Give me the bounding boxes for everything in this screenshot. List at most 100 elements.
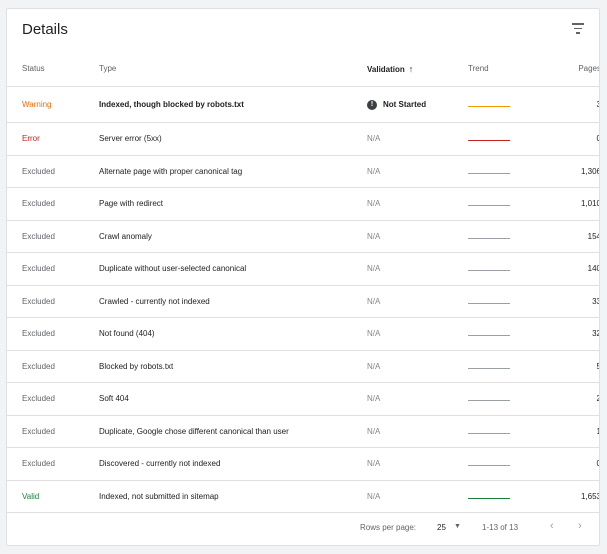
row-type: Soft 404 bbox=[99, 382, 367, 416]
filter-icon[interactable] bbox=[571, 23, 585, 37]
row-trend bbox=[468, 350, 526, 383]
row-trend bbox=[468, 382, 526, 416]
row-pages: 2 bbox=[526, 382, 599, 416]
trend-sparkline bbox=[468, 497, 510, 499]
table-row[interactable]: Excluded Alternate page with proper canon… bbox=[7, 155, 599, 188]
row-status: Excluded bbox=[7, 187, 99, 221]
row-trend bbox=[468, 220, 526, 253]
table-footer: Rows per page: 25 ▼ 1-13 of 13 ‹ › bbox=[7, 509, 599, 545]
row-trend bbox=[468, 155, 526, 188]
column-header-type[interactable]: Type bbox=[99, 51, 367, 87]
row-status: Excluded bbox=[7, 447, 99, 481]
row-validation: N/A bbox=[367, 382, 468, 416]
row-validation: N/A bbox=[367, 187, 468, 221]
row-type: Page with redirect bbox=[99, 187, 367, 221]
validation-label: N/A bbox=[367, 264, 381, 274]
trend-sparkline bbox=[468, 237, 510, 239]
row-pages: 0 bbox=[526, 122, 599, 156]
info-icon: ! bbox=[367, 99, 377, 110]
validation-label: N/A bbox=[367, 134, 381, 144]
column-header-trend: Trend bbox=[468, 51, 526, 87]
table-row[interactable]: Excluded Crawl anomaly N/A 154 bbox=[7, 220, 599, 253]
row-type: Indexed, not submitted in sitemap bbox=[99, 480, 367, 513]
row-pages: 154 bbox=[526, 220, 599, 253]
table-row[interactable]: Excluded Duplicate, Google chose differen… bbox=[7, 415, 599, 448]
table-row[interactable]: ErrorServer error (5xx)N/A 0 bbox=[7, 122, 599, 156]
row-trend bbox=[468, 252, 526, 286]
row-pages: 0 bbox=[526, 447, 599, 481]
table-row[interactable]: Excluded Crawled - currently not indexed N… bbox=[7, 285, 599, 318]
card-title: Details bbox=[22, 21, 68, 38]
validation-label: N/A bbox=[367, 329, 381, 339]
validation-label: N/A bbox=[367, 426, 381, 436]
table-row[interactable]: ExcludedSoft 404N/A 2 bbox=[7, 382, 599, 416]
row-pages: 5 bbox=[526, 350, 599, 383]
row-trend bbox=[468, 317, 526, 351]
row-type: Not found (404) bbox=[99, 317, 367, 351]
row-validation: N/A bbox=[367, 350, 468, 383]
validation-label: N/A bbox=[367, 491, 381, 501]
row-type: Discovered - currently not indexed bbox=[99, 447, 367, 481]
row-validation: N/A bbox=[367, 252, 468, 286]
row-status: Excluded bbox=[7, 220, 99, 253]
card-header: Details bbox=[7, 9, 599, 51]
validation-label: N/A bbox=[367, 296, 381, 306]
row-validation: N/A bbox=[367, 285, 468, 318]
table-row[interactable]: Warning Indexed, though blocked by robots… bbox=[7, 86, 599, 123]
row-validation: N/A bbox=[367, 317, 468, 351]
trend-sparkline bbox=[468, 367, 510, 369]
next-page-icon[interactable]: › bbox=[578, 520, 582, 532]
column-header-validation-label: Validation bbox=[367, 64, 405, 74]
details-card: Details Status Type Validation ↑ Trend Pa… bbox=[6, 8, 600, 546]
table-row[interactable]: Excluded Page with redirect N/A 1,010 bbox=[7, 187, 599, 221]
table-header-row: Status Type Validation ↑ Trend Pages bbox=[7, 51, 599, 87]
trend-sparkline bbox=[468, 106, 510, 107]
details-table: Status Type Validation ↑ Trend Pages Warn… bbox=[7, 51, 599, 513]
row-trend bbox=[468, 86, 526, 123]
validation-label: N/A bbox=[367, 361, 381, 371]
trend-sparkline bbox=[468, 140, 510, 142]
column-header-pages[interactable]: Pages bbox=[526, 51, 599, 87]
row-type: Duplicate without user-selected canonica… bbox=[99, 252, 367, 286]
row-pages: 140 bbox=[526, 252, 599, 286]
trend-sparkline bbox=[468, 465, 510, 467]
validation-label: N/A bbox=[367, 394, 381, 404]
trend-sparkline bbox=[468, 432, 510, 434]
table-row[interactable]: ExcludedNot found (404)N/A 32 bbox=[7, 317, 599, 351]
row-pages: 1 bbox=[526, 415, 599, 448]
validation-label: N/A bbox=[367, 199, 381, 209]
row-status: Excluded bbox=[7, 285, 99, 318]
row-status: Excluded bbox=[7, 350, 99, 383]
previous-page-icon[interactable]: ‹ bbox=[550, 520, 554, 532]
row-status: Excluded bbox=[7, 317, 99, 351]
row-pages: 1,306 bbox=[526, 155, 599, 188]
row-validation: N/A bbox=[367, 220, 468, 253]
row-trend bbox=[468, 122, 526, 156]
table-row[interactable]: Excluded Duplicate without user-selected … bbox=[7, 252, 599, 286]
row-status: Valid bbox=[7, 480, 99, 513]
trend-sparkline bbox=[468, 172, 510, 174]
row-status: Excluded bbox=[7, 252, 99, 286]
dropdown-caret-icon[interactable]: ▼ bbox=[454, 523, 461, 530]
row-validation: N/A bbox=[367, 415, 468, 448]
trend-sparkline bbox=[468, 335, 510, 337]
column-header-validation[interactable]: Validation ↑ bbox=[367, 51, 468, 87]
trend-sparkline bbox=[468, 205, 510, 207]
validation-label: N/A bbox=[367, 166, 381, 176]
row-trend bbox=[468, 480, 526, 513]
trend-sparkline bbox=[468, 270, 510, 272]
rows-per-page-label: Rows per page: bbox=[360, 523, 417, 532]
row-status: Excluded bbox=[7, 382, 99, 416]
rows-per-page-select[interactable]: 25 bbox=[437, 523, 446, 532]
row-trend bbox=[468, 447, 526, 481]
row-trend bbox=[468, 187, 526, 221]
column-header-status[interactable]: Status bbox=[7, 51, 99, 87]
row-validation: N/A bbox=[367, 122, 468, 156]
row-validation: N/A bbox=[367, 480, 468, 513]
table-row[interactable]: Excluded Discovered - currently not index… bbox=[7, 447, 599, 481]
row-validation: N/A bbox=[367, 447, 468, 481]
row-validation: N/A bbox=[367, 155, 468, 188]
row-pages: 33 bbox=[526, 285, 599, 318]
table-row[interactable]: ExcludedBlocked by robots.txtN/A 5 bbox=[7, 350, 599, 383]
table-row[interactable]: Valid Indexed, not submitted in sitemap N/… bbox=[7, 480, 599, 513]
